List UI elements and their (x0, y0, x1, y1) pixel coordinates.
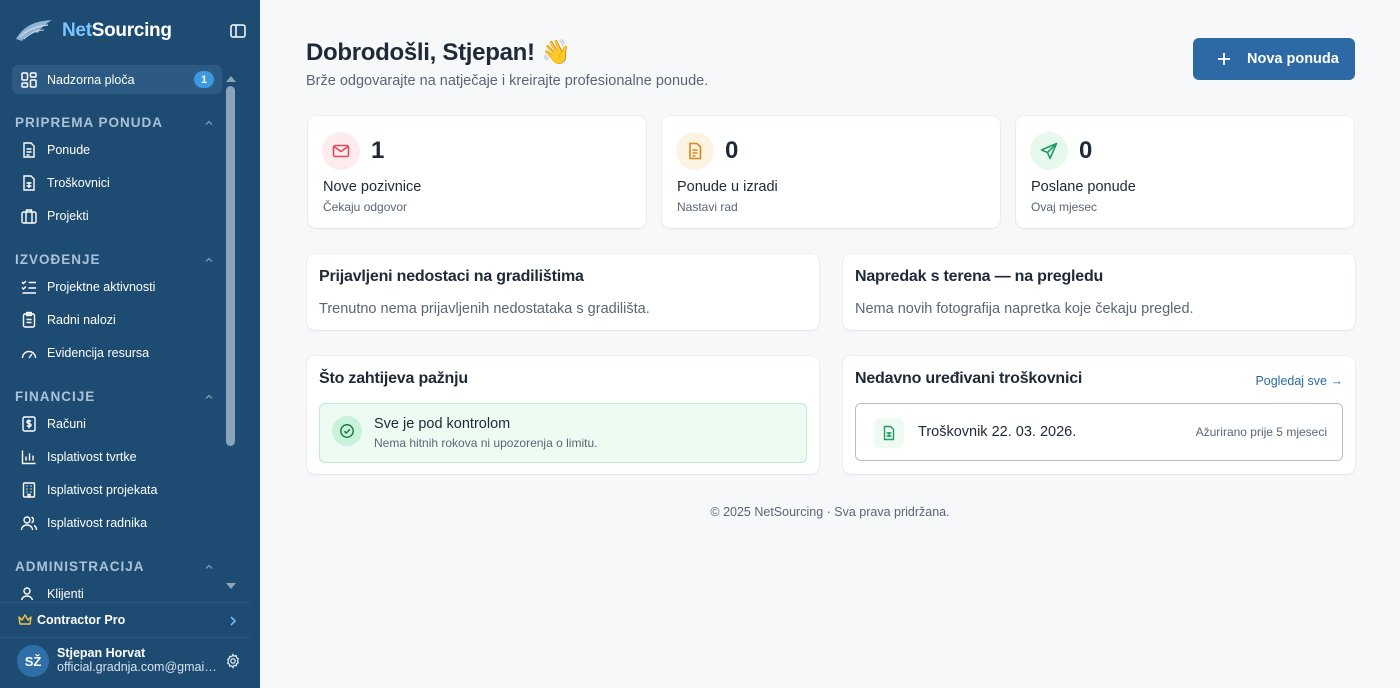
stat-value: 0 (1079, 137, 1093, 164)
panel-title: Prijavljeni nedostaci na gradilištima (319, 268, 584, 285)
sidebar: NetSourcing Nadzorna ploča 1 PRIPREMA PO… (0, 0, 260, 688)
brand[interactable]: NetSourcing (14, 16, 172, 46)
building-icon (20, 481, 38, 499)
plan-upgrade-button[interactable]: Contractor Pro (0, 602, 250, 636)
cost-sheet-name: Troškovnik 22. 03. 2026. (918, 424, 1077, 440)
sidebar-item-projekti[interactable]: Projekti (12, 202, 222, 230)
cost-sheet-updated: Ažurirano prije 5 mjeseci (1195, 425, 1327, 439)
main-content: Dobrodošli, Stjepan! 👋 Brže odgovarajte … (260, 0, 1400, 688)
spreadsheet-icon (20, 174, 38, 192)
stat-sub: Nastavi rad (677, 200, 738, 214)
briefcase-icon (20, 207, 38, 225)
sidebar-item-isplativost-tvrtke[interactable]: Isplativost tvrtke (12, 443, 222, 471)
section-izvodenje[interactable]: IZVOĐENJE (15, 252, 215, 270)
recent-cost-sheets-panel: Nedavno uređivani troškovnici Pogledaj s… (843, 356, 1355, 474)
page-subtitle: Brže odgovarajte na natječaje i kreirajt… (306, 73, 709, 89)
user-email: official.gradnja.com@gmail.com (57, 660, 217, 674)
sidebar-item-ponude[interactable]: Ponude (12, 136, 222, 164)
panel-text: Nema novih fotografija napretka koje ček… (855, 301, 1194, 317)
send-icon (1030, 132, 1068, 170)
status-title: Sve je pod kontrolom (374, 416, 511, 432)
scroll-down-icon[interactable] (225, 577, 237, 595)
sidebar-item-evidencija-resursa[interactable]: Evidencija resursa (12, 339, 222, 367)
sidebar-item-troskovnici[interactable]: Troškovnici (12, 169, 222, 197)
sidebar-item-isplativost-radnika[interactable]: Isplativost radnika (12, 509, 222, 537)
gear-icon[interactable] (225, 653, 241, 674)
view-all-link[interactable]: Pogledaj sve → (1255, 374, 1343, 388)
stat-label: Nove pozivnice (323, 179, 422, 195)
chevron-up-icon (203, 254, 215, 269)
stat-card-drafts[interactable]: 0 Ponude u izradi Nastavi rad (662, 116, 1000, 228)
brand-name: NetSourcing (62, 20, 172, 41)
stat-sub: Čekaju odgovor (323, 200, 408, 214)
chevron-up-icon (203, 117, 215, 132)
panel-title: Napredak s terena — na pregledu (855, 268, 1104, 285)
stat-card-invitations[interactable]: 1 Nove pozivnice Čekaju odgovor (308, 116, 646, 228)
check-circle-icon (332, 416, 362, 446)
invoice-icon (20, 415, 38, 433)
cost-sheet-row[interactable]: Troškovnik 22. 03. 2026. Ažurirano prije… (855, 403, 1343, 461)
section-priprema-ponuda[interactable]: PRIPREMA PONUDA (15, 115, 215, 133)
page-title: Dobrodošli, Stjepan! 👋 (306, 39, 571, 66)
gauge-icon (20, 344, 38, 362)
avatar: SŽ (17, 645, 49, 677)
status-ok-box: Sve je pod kontrolom Nema hitnih rokova … (319, 403, 807, 463)
stat-value: 0 (725, 137, 739, 164)
sidebar-item-dashboard[interactable]: Nadzorna ploča 1 (12, 65, 222, 94)
sidebar-nav: Nadzorna ploča 1 PRIPREMA PONUDA Ponude … (0, 64, 224, 600)
checklist-icon (20, 278, 38, 296)
stat-label: Poslane ponude (1031, 179, 1136, 195)
users-icon (20, 585, 38, 600)
footer-copyright: © 2025 NetSourcing · Sva prava pridržana… (710, 505, 950, 519)
chevron-up-icon (203, 561, 215, 576)
notification-badge: 1 (194, 71, 214, 88)
plus-icon (1216, 51, 1232, 72)
stat-label: Ponude u izradi (677, 179, 778, 195)
defects-panel: Prijavljeni nedostaci na gradilištima Tr… (307, 254, 819, 330)
clipboard-icon (20, 311, 38, 329)
wing-logo-icon (14, 17, 54, 45)
spreadsheet-icon (874, 418, 904, 448)
sidebar-item-klijenti[interactable]: Klijenti (12, 580, 222, 600)
plan-label: Contractor Pro (37, 612, 126, 627)
chevron-right-icon (228, 614, 238, 632)
new-offer-label: Nova ponuda (1247, 51, 1339, 67)
bar-chart-icon (20, 448, 38, 466)
sidebar-scrollbar[interactable] (226, 86, 235, 446)
attention-panel: Što zahtijeva pažnju Sve je pod kontrolo… (307, 356, 819, 474)
user-profile[interactable]: SŽ Stjepan Horvat official.gradnja.com@g… (0, 637, 250, 688)
section-administracija[interactable]: ADMINISTRACIJA (15, 559, 215, 577)
crown-icon (18, 613, 32, 631)
chevron-up-icon (203, 391, 215, 406)
new-offer-button[interactable]: Nova ponuda (1193, 38, 1355, 80)
document-icon (20, 141, 38, 159)
sidebar-item-radni-nalozi[interactable]: Radni nalozi (12, 306, 222, 334)
sidebar-toggle-icon[interactable] (229, 22, 247, 40)
panel-title: Što zahtijeva pažnju (319, 370, 468, 387)
sidebar-item-isplativost-projekata[interactable]: Isplativost projekata (12, 476, 222, 504)
stat-sub: Ovaj mjesec (1031, 200, 1098, 214)
sidebar-item-projektne-aktivnosti[interactable]: Projektne aktivnosti (12, 273, 222, 301)
panel-text: Trenutno nema prijavljenih nedostataka s… (319, 301, 650, 317)
users-icon (20, 514, 38, 532)
status-sub: Nema hitnih rokova ni upozorenja o limit… (374, 436, 598, 450)
document-icon (676, 132, 714, 170)
stat-value: 1 (371, 137, 385, 164)
stat-card-sent[interactable]: 0 Poslane ponude Ovaj mjesec (1016, 116, 1354, 228)
dashboard-icon (20, 71, 38, 89)
panel-title: Nedavno uređivani troškovnici (855, 370, 1083, 387)
mail-icon (322, 132, 360, 170)
progress-panel: Napredak s terena — na pregledu Nema nov… (843, 254, 1355, 330)
section-financije[interactable]: FINANCIJE (15, 389, 215, 407)
user-name: Stjepan Horvat (57, 646, 146, 660)
sidebar-item-label: Nadzorna ploča (47, 72, 135, 87)
sidebar-item-racuni[interactable]: Računi (12, 410, 222, 438)
